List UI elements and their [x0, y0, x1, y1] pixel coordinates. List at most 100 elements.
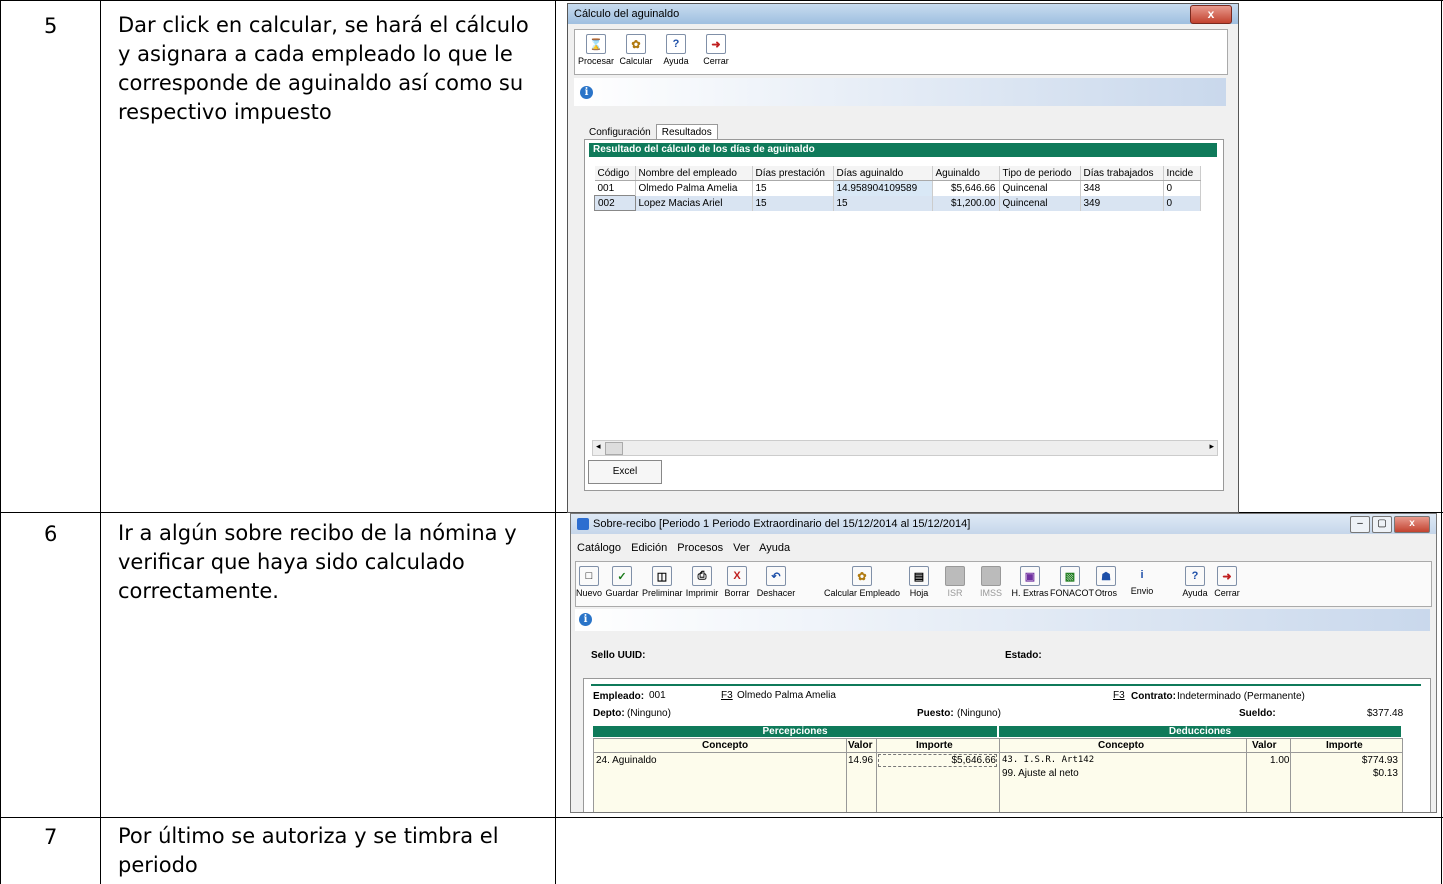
ayuda-button[interactable]: ? Ayuda: [657, 34, 695, 66]
maximize-icon[interactable]: ▢: [1372, 516, 1392, 533]
cell-incidencias: 0: [1163, 195, 1201, 211]
grid-divider: [594, 752, 1402, 753]
imss-icon: [981, 566, 1001, 586]
menu-catalogo[interactable]: Catálogo: [577, 542, 621, 554]
table-row[interactable]: 002 Lopez Macias Ariel 15 15 $1,200.00 Q…: [594, 195, 1201, 211]
table-border: [1441, 0, 1442, 884]
step-text: Dar click en calcular, se hará el cálcul…: [118, 13, 529, 124]
horizontal-scrollbar[interactable]: ◂ ▸: [592, 440, 1218, 456]
empleado-code-field[interactable]: 001: [649, 690, 666, 701]
menu-ayuda[interactable]: Ayuda: [759, 542, 790, 554]
perc-importe-cell[interactable]: $5,646.66: [878, 754, 997, 767]
column-header[interactable]: Nombre del empleado: [635, 166, 753, 181]
ded-importe-cell[interactable]: $774.93: [1294, 755, 1398, 766]
column-header[interactable]: Días aguinaldo: [833, 166, 933, 181]
contrato-label: Contrato:: [1131, 691, 1176, 702]
app-icon: [577, 518, 589, 530]
close-icon[interactable]: x: [1394, 516, 1430, 533]
perc-valor-cell[interactable]: 14.96: [848, 755, 873, 766]
menu-procesos[interactable]: Procesos: [677, 542, 723, 554]
deshacer-button[interactable]: ↶ Deshacer: [754, 566, 798, 598]
guardar-button[interactable]: ✓ Guardar: [604, 566, 640, 598]
calcular-empleado-button[interactable]: ✿ Calcular Empleado: [820, 566, 904, 598]
ded-importe-cell[interactable]: $0.13: [1294, 768, 1398, 779]
window-controls: – ▢ x: [1350, 516, 1430, 533]
table-border: [0, 0, 1443, 1]
scroll-right-icon[interactable]: ▸: [1209, 441, 1214, 452]
otros-button[interactable]: ☗ Otros: [1092, 566, 1120, 598]
info-bar: i: [574, 78, 1226, 106]
ded-concepto-cell[interactable]: 99. Ajuste al neto: [1002, 768, 1079, 779]
cell-tipo-periodo: Quincenal: [999, 195, 1081, 211]
f3-contrato-button[interactable]: F3: [1113, 690, 1125, 701]
ded-valor-cell[interactable]: 1.00: [1270, 755, 1289, 766]
ded-concepto-cell[interactable]: 43. I.S.R. Art142: [1002, 755, 1094, 765]
isr-button[interactable]: ISR: [942, 566, 968, 598]
sueldo-label: Sueldo:: [1239, 708, 1276, 719]
excel-button[interactable]: Excel: [588, 460, 662, 484]
column-header[interactable]: Código: [594, 166, 636, 181]
cell-codigo: 001: [594, 180, 636, 196]
scroll-left-icon[interactable]: ◂: [596, 441, 601, 452]
column-header[interactable]: Días trabajados: [1080, 166, 1164, 181]
imss-button[interactable]: IMSS: [976, 566, 1006, 598]
cell-dias-aguinaldo[interactable]: 15: [833, 195, 933, 211]
close-window-button[interactable]: x: [1190, 5, 1232, 24]
new-document-icon: □: [579, 566, 599, 586]
sueldo-value: $377.48: [1367, 708, 1404, 719]
f3-lookup-button[interactable]: F3: [721, 690, 733, 701]
imprimir-button[interactable]: ⎙ Imprimir: [684, 566, 720, 598]
ded-importe-header: Importe: [1326, 740, 1363, 751]
menu-edicion[interactable]: Edición: [631, 542, 667, 554]
column-header[interactable]: Incide: [1163, 166, 1201, 181]
preliminar-button[interactable]: ◫ Preliminar: [642, 566, 683, 598]
cell-dias-aguinaldo[interactable]: 14.958904109589: [833, 180, 933, 196]
menu-ver[interactable]: Ver: [733, 542, 750, 554]
cell-nombre: Lopez Macias Ariel: [635, 195, 753, 211]
ayuda-button[interactable]: ? Ayuda: [1180, 566, 1210, 598]
people-icon: ☗: [1096, 566, 1116, 586]
delete-icon: X: [727, 566, 747, 586]
step-number: 6: [44, 522, 58, 546]
envio-button[interactable]: i Envio: [1128, 566, 1156, 596]
table-row[interactable]: 001 Olmedo Palma Amelia 15 14.9589041095…: [594, 180, 1201, 196]
info-send-icon: i: [1140, 569, 1144, 581]
perc-concepto-cell[interactable]: 24. Aguinaldo: [596, 755, 657, 766]
calculator-icon: ✿: [626, 34, 646, 54]
tab-configuracion[interactable]: Configuración: [584, 125, 656, 140]
column-header[interactable]: Aguinaldo: [932, 166, 1000, 181]
deducciones-header: Deducciones: [999, 726, 1401, 737]
estado-label: Estado:: [1005, 650, 1042, 661]
aguinaldo-window: Cálculo del aguinaldo x ⌛ Procesar ✿ Calcu…: [567, 3, 1239, 513]
table-border: [555, 0, 556, 884]
contrato-value: Indeterminado (Permanente): [1177, 691, 1305, 702]
cerrar-button[interactable]: ➜ Cerrar: [697, 34, 735, 66]
borrar-button[interactable]: X Borrar: [722, 566, 752, 598]
step-number: 5: [44, 14, 58, 38]
cell-aguinaldo: $5,646.66: [932, 180, 1000, 196]
depto-label: Depto:: [593, 708, 625, 719]
minimize-icon[interactable]: –: [1350, 516, 1370, 533]
grid-divider: [999, 739, 1000, 812]
scroll-thumb[interactable]: [605, 442, 623, 455]
horas-extras-button[interactable]: ▣ H. Extras: [1010, 566, 1050, 598]
cell-nombre: Olmedo Palma Amelia: [635, 180, 753, 196]
calculator-icon: ✿: [852, 566, 872, 586]
hoja-button[interactable]: ▤ Hoja: [906, 566, 932, 598]
cell-aguinaldo: $1,200.00: [932, 195, 1000, 211]
table-border: [0, 817, 1443, 818]
conceptos-grid: Concepto Valor Importe Concepto Valor Im…: [593, 738, 1403, 812]
calcular-button[interactable]: ✿ Calcular: [617, 34, 655, 66]
column-header[interactable]: Tipo de periodo: [999, 166, 1081, 181]
grid-divider: [1246, 739, 1247, 812]
section-title: Resultado del cálculo de los días de agu…: [589, 143, 1217, 157]
column-header[interactable]: Días prestación: [752, 166, 834, 181]
fonacot-button[interactable]: ▧ FONACOT: [1050, 566, 1094, 598]
results-table: Código Nombre del empleado Días prestaci…: [594, 166, 1201, 211]
info-icon: i: [579, 613, 592, 626]
procesar-button[interactable]: ⌛ Procesar: [577, 34, 615, 66]
cerrar-button[interactable]: ➜ Cerrar: [1212, 566, 1242, 598]
empleado-name: Olmedo Palma Amelia: [737, 690, 836, 701]
nuevo-button[interactable]: □ Nuevo: [576, 566, 602, 598]
tab-resultados[interactable]: Resultados: [655, 124, 718, 140]
